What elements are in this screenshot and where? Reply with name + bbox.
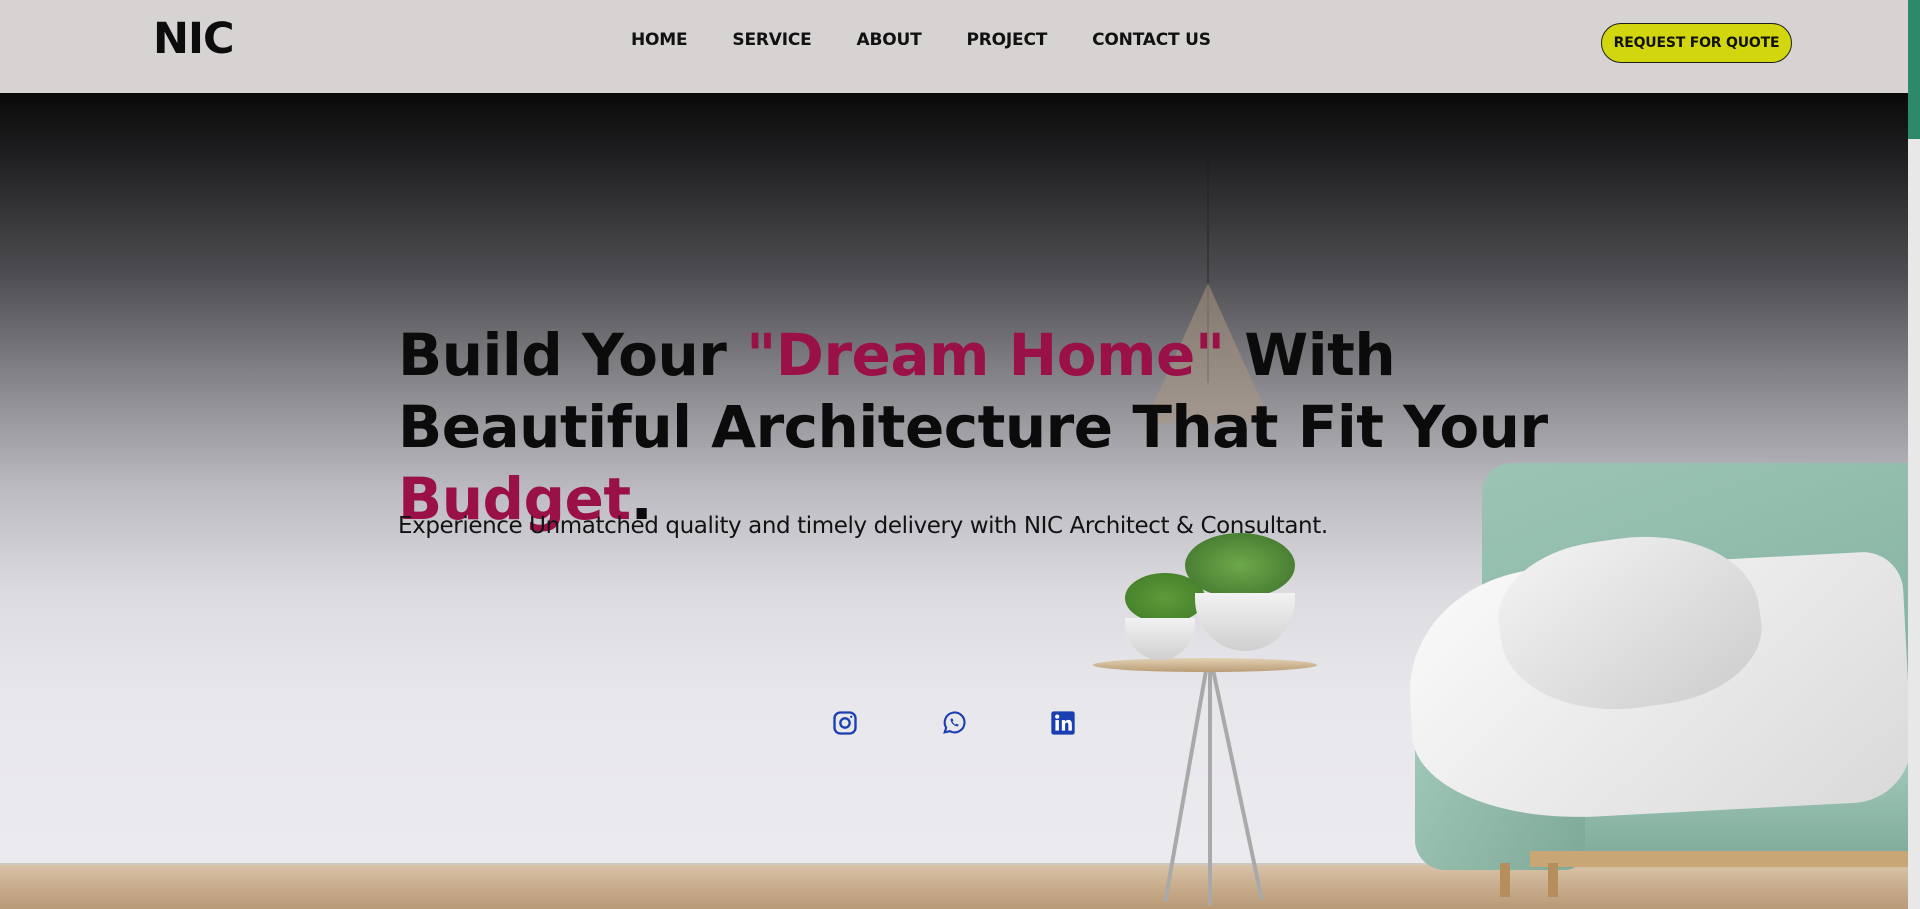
wood-floor [0,865,1908,909]
nav-item-about[interactable]: ABOUT [857,28,922,52]
nav-item-home[interactable]: HOME [631,28,688,52]
headline-text-1: Build Your [398,321,747,389]
nav-item-service[interactable]: SERVICE [732,28,811,52]
linkedin-icon[interactable] [1048,708,1078,738]
main-nav: HOME SERVICE ABOUT PROJECT CONTACT US [631,28,1211,52]
nav-item-contact-us[interactable]: CONTACT US [1092,28,1211,52]
hero-headline: Build Your "Dream Home" With Beautiful A… [398,319,1548,535]
request-quote-button[interactable]: REQUEST FOR QUOTE [1601,23,1792,63]
site-header: NIC HOME SERVICE ABOUT PROJECT CONTACT U… [0,0,1908,93]
hero-subline: Experience Unmatched quality and timely … [398,513,1328,539]
headline-accent-dream-home: "Dream Home" [746,321,1225,389]
nav-item-project[interactable]: PROJECT [967,28,1048,52]
whatsapp-icon[interactable] [939,708,969,738]
scrollbar-thumb[interactable] [1908,0,1920,139]
hero-section: Build Your "Dream Home" With Beautiful A… [0,93,1908,909]
instagram-icon[interactable] [830,708,860,738]
site-logo[interactable]: NIC [153,14,235,64]
